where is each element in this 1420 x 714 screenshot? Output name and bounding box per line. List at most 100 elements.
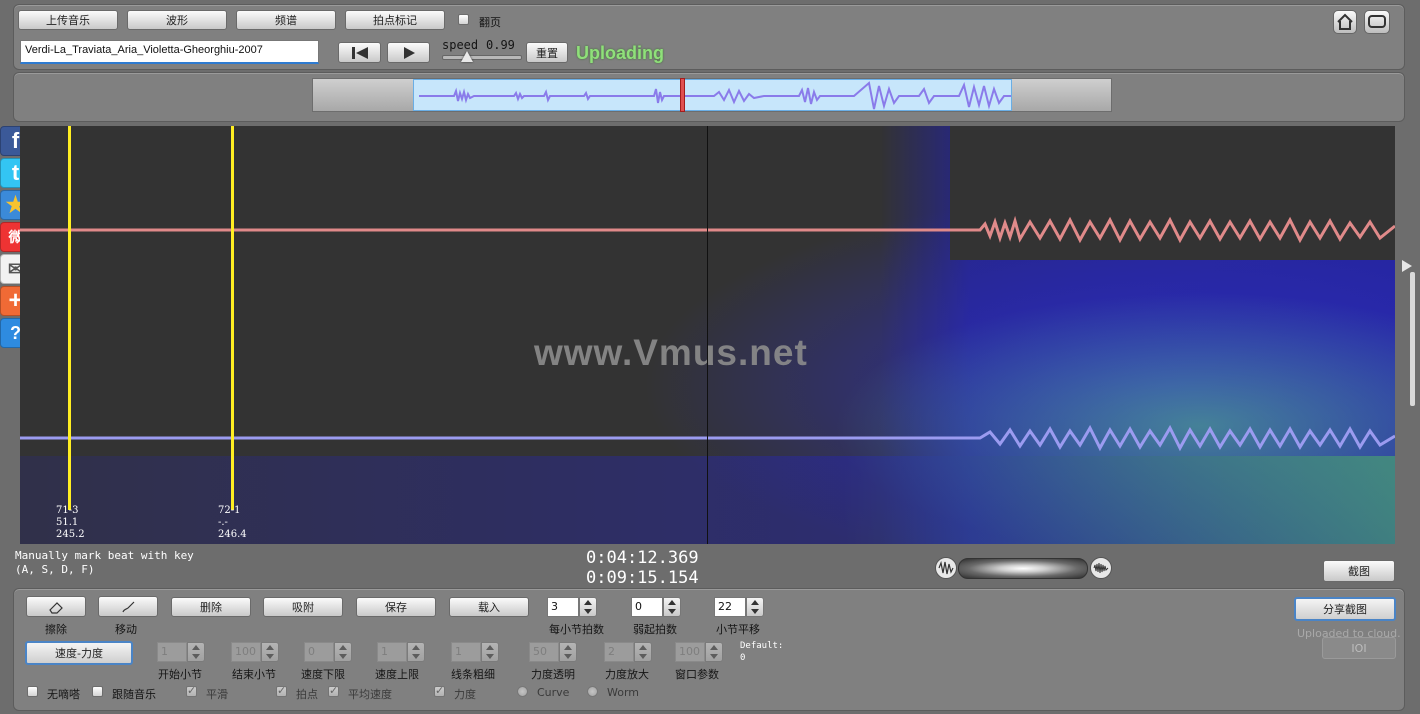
line-width-input[interactable]: 1	[451, 642, 481, 662]
tempo-min-input[interactable]: 0	[304, 642, 334, 662]
upload-music-button[interactable]: 上传音乐	[18, 10, 118, 30]
save-button[interactable]: 保存	[356, 597, 436, 617]
follow-music-label: 跟随音乐	[112, 688, 156, 701]
erase-label: 擦除	[45, 623, 67, 636]
no-click-label: 无嘀嗒	[47, 688, 80, 701]
pickup-beats-label: 弱起拍数	[633, 623, 677, 636]
vertical-scrollbar[interactable]	[1410, 272, 1415, 406]
speed-value: 0.99	[486, 38, 515, 52]
overview-visible-window[interactable]	[413, 79, 1012, 111]
page-flip-checkbox[interactable]	[458, 14, 469, 25]
end-bar-input[interactable]: 100	[231, 642, 261, 662]
ioi-button[interactable]: IOI	[1322, 637, 1396, 659]
bar-beat-value: 72-1	[218, 505, 241, 516]
speed-slider-track[interactable]	[442, 55, 522, 60]
move-label: 移动	[115, 623, 137, 636]
beat-mark-button[interactable]: 拍点标记	[345, 10, 445, 30]
dynamics-scale-input[interactable]: 2	[604, 642, 634, 662]
end-bar-label: 结束小节	[232, 668, 276, 681]
skip-back-icon	[351, 46, 368, 59]
beats-per-bar-stepper[interactable]	[579, 597, 597, 617]
default-value: 0	[740, 653, 746, 663]
speed-slider-thumb[interactable]	[461, 51, 473, 62]
tempo-max-label: 速度上限	[375, 668, 419, 681]
beat-marker-line[interactable]	[231, 126, 234, 510]
filename-field[interactable]: Verdi-La_Traviata_Aria_Violetta-Gheorghi…	[20, 40, 319, 64]
pickup-beats-input[interactable]: 0	[631, 597, 663, 617]
hint-line-2: (A, S, D, F)	[15, 563, 95, 576]
avg-tempo-checkbox[interactable]	[328, 684, 339, 697]
play-icon	[403, 46, 415, 59]
home-icon[interactable]	[1333, 10, 1357, 34]
window-param-stepper[interactable]	[705, 642, 723, 662]
line-width-stepper[interactable]	[481, 642, 499, 662]
zoom-slider[interactable]	[958, 558, 1088, 579]
overview-playhead[interactable]	[680, 78, 685, 112]
no-click-checkbox[interactable]	[27, 686, 38, 697]
start-bar-label: 开始小节	[158, 668, 202, 681]
tempo-min-label: 速度下限	[301, 668, 345, 681]
worm-label: Worm	[607, 686, 640, 699]
dynamics-scale-stepper[interactable]	[634, 642, 652, 662]
curve-label: Curve	[537, 686, 570, 699]
waveform-button[interactable]: 波形	[127, 10, 227, 30]
pickup-beats-stepper[interactable]	[663, 597, 681, 617]
avg-tempo-label: 平均速度	[348, 688, 392, 701]
start-bar-input[interactable]: 1	[157, 642, 187, 662]
start-bar-stepper[interactable]	[187, 642, 205, 662]
share-screenshot-button[interactable]: 分享截图	[1294, 597, 1396, 621]
reset-speed-button[interactable]: 重置	[526, 42, 568, 63]
upload-status: Uploading	[576, 43, 664, 63]
dynamics-opacity-label: 力度透明	[531, 668, 575, 681]
dynamics-scale-label: 力度放大	[605, 668, 649, 681]
current-time: 0:04:12.369	[586, 548, 699, 568]
total-time: 0:09:15.154	[586, 568, 699, 588]
tempo-max-stepper[interactable]	[407, 642, 425, 662]
end-bar-stepper[interactable]	[261, 642, 279, 662]
beats-per-bar-input[interactable]: 3	[547, 597, 579, 617]
delete-button[interactable]: 删除	[171, 597, 251, 617]
beat-point-label: 拍点	[296, 688, 318, 701]
move-button[interactable]	[98, 596, 158, 617]
fullscreen-icon[interactable]	[1364, 10, 1390, 34]
skip-back-button[interactable]	[338, 42, 381, 63]
follow-music-checkbox[interactable]	[92, 686, 103, 697]
tempo-max-input[interactable]: 1	[377, 642, 407, 662]
waveform-zoom-out-icon[interactable]	[935, 557, 957, 579]
bar-offset-input[interactable]: 22	[714, 597, 746, 617]
dynamics-label: 力度	[454, 688, 476, 701]
time-value: 246.4	[218, 529, 247, 540]
beat-marker-label: 71-3 51.1 245.2	[56, 505, 85, 541]
eraser-icon	[49, 601, 63, 614]
dynamics-opacity-stepper[interactable]	[559, 642, 577, 662]
bar-offset-stepper[interactable]	[746, 597, 764, 617]
window-param-input[interactable]: 100	[675, 642, 705, 662]
bar-offset-label: 小节平移	[716, 623, 760, 636]
dynamics-opacity-input[interactable]: 50	[529, 642, 559, 662]
smooth-checkbox[interactable]	[186, 684, 197, 697]
default-label: Default:	[740, 641, 784, 651]
snap-button[interactable]: 吸附	[263, 597, 343, 617]
overview-waveform	[419, 81, 1011, 110]
curve-radio[interactable]	[517, 686, 528, 697]
dynamics-checkbox[interactable]	[434, 684, 445, 697]
tempo-dynamics-button[interactable]: 速度-力度	[25, 641, 133, 665]
worm-radio[interactable]	[587, 686, 598, 697]
beats-per-bar-label: 每小节拍数	[549, 623, 604, 636]
waveform-zoom-in-icon[interactable]	[1090, 557, 1112, 579]
hint-line-1: Manually mark beat with key	[15, 549, 194, 562]
eraser-button[interactable]	[26, 596, 86, 617]
vertical-scroll-handle[interactable]	[1402, 260, 1412, 272]
page-flip-label: 翻页	[479, 16, 501, 29]
spectrogram-canvas[interactable]: www.Vmus.net 71-3 51.1 245.2 72-1 -.- 24…	[20, 126, 1395, 544]
beat-marker-line[interactable]	[68, 126, 71, 510]
spectrum-button[interactable]: 频谱	[236, 10, 336, 30]
play-button[interactable]	[387, 42, 430, 63]
screenshot-button[interactable]: 截图	[1323, 560, 1395, 582]
beat-marker-label: 72-1 -.- 246.4	[218, 505, 247, 541]
line-width-label: 线条粗细	[451, 668, 495, 681]
tempo-min-stepper[interactable]	[334, 642, 352, 662]
beat-point-checkbox[interactable]	[276, 684, 287, 697]
playhead-line[interactable]	[707, 126, 708, 544]
load-button[interactable]: 载入	[449, 597, 529, 617]
